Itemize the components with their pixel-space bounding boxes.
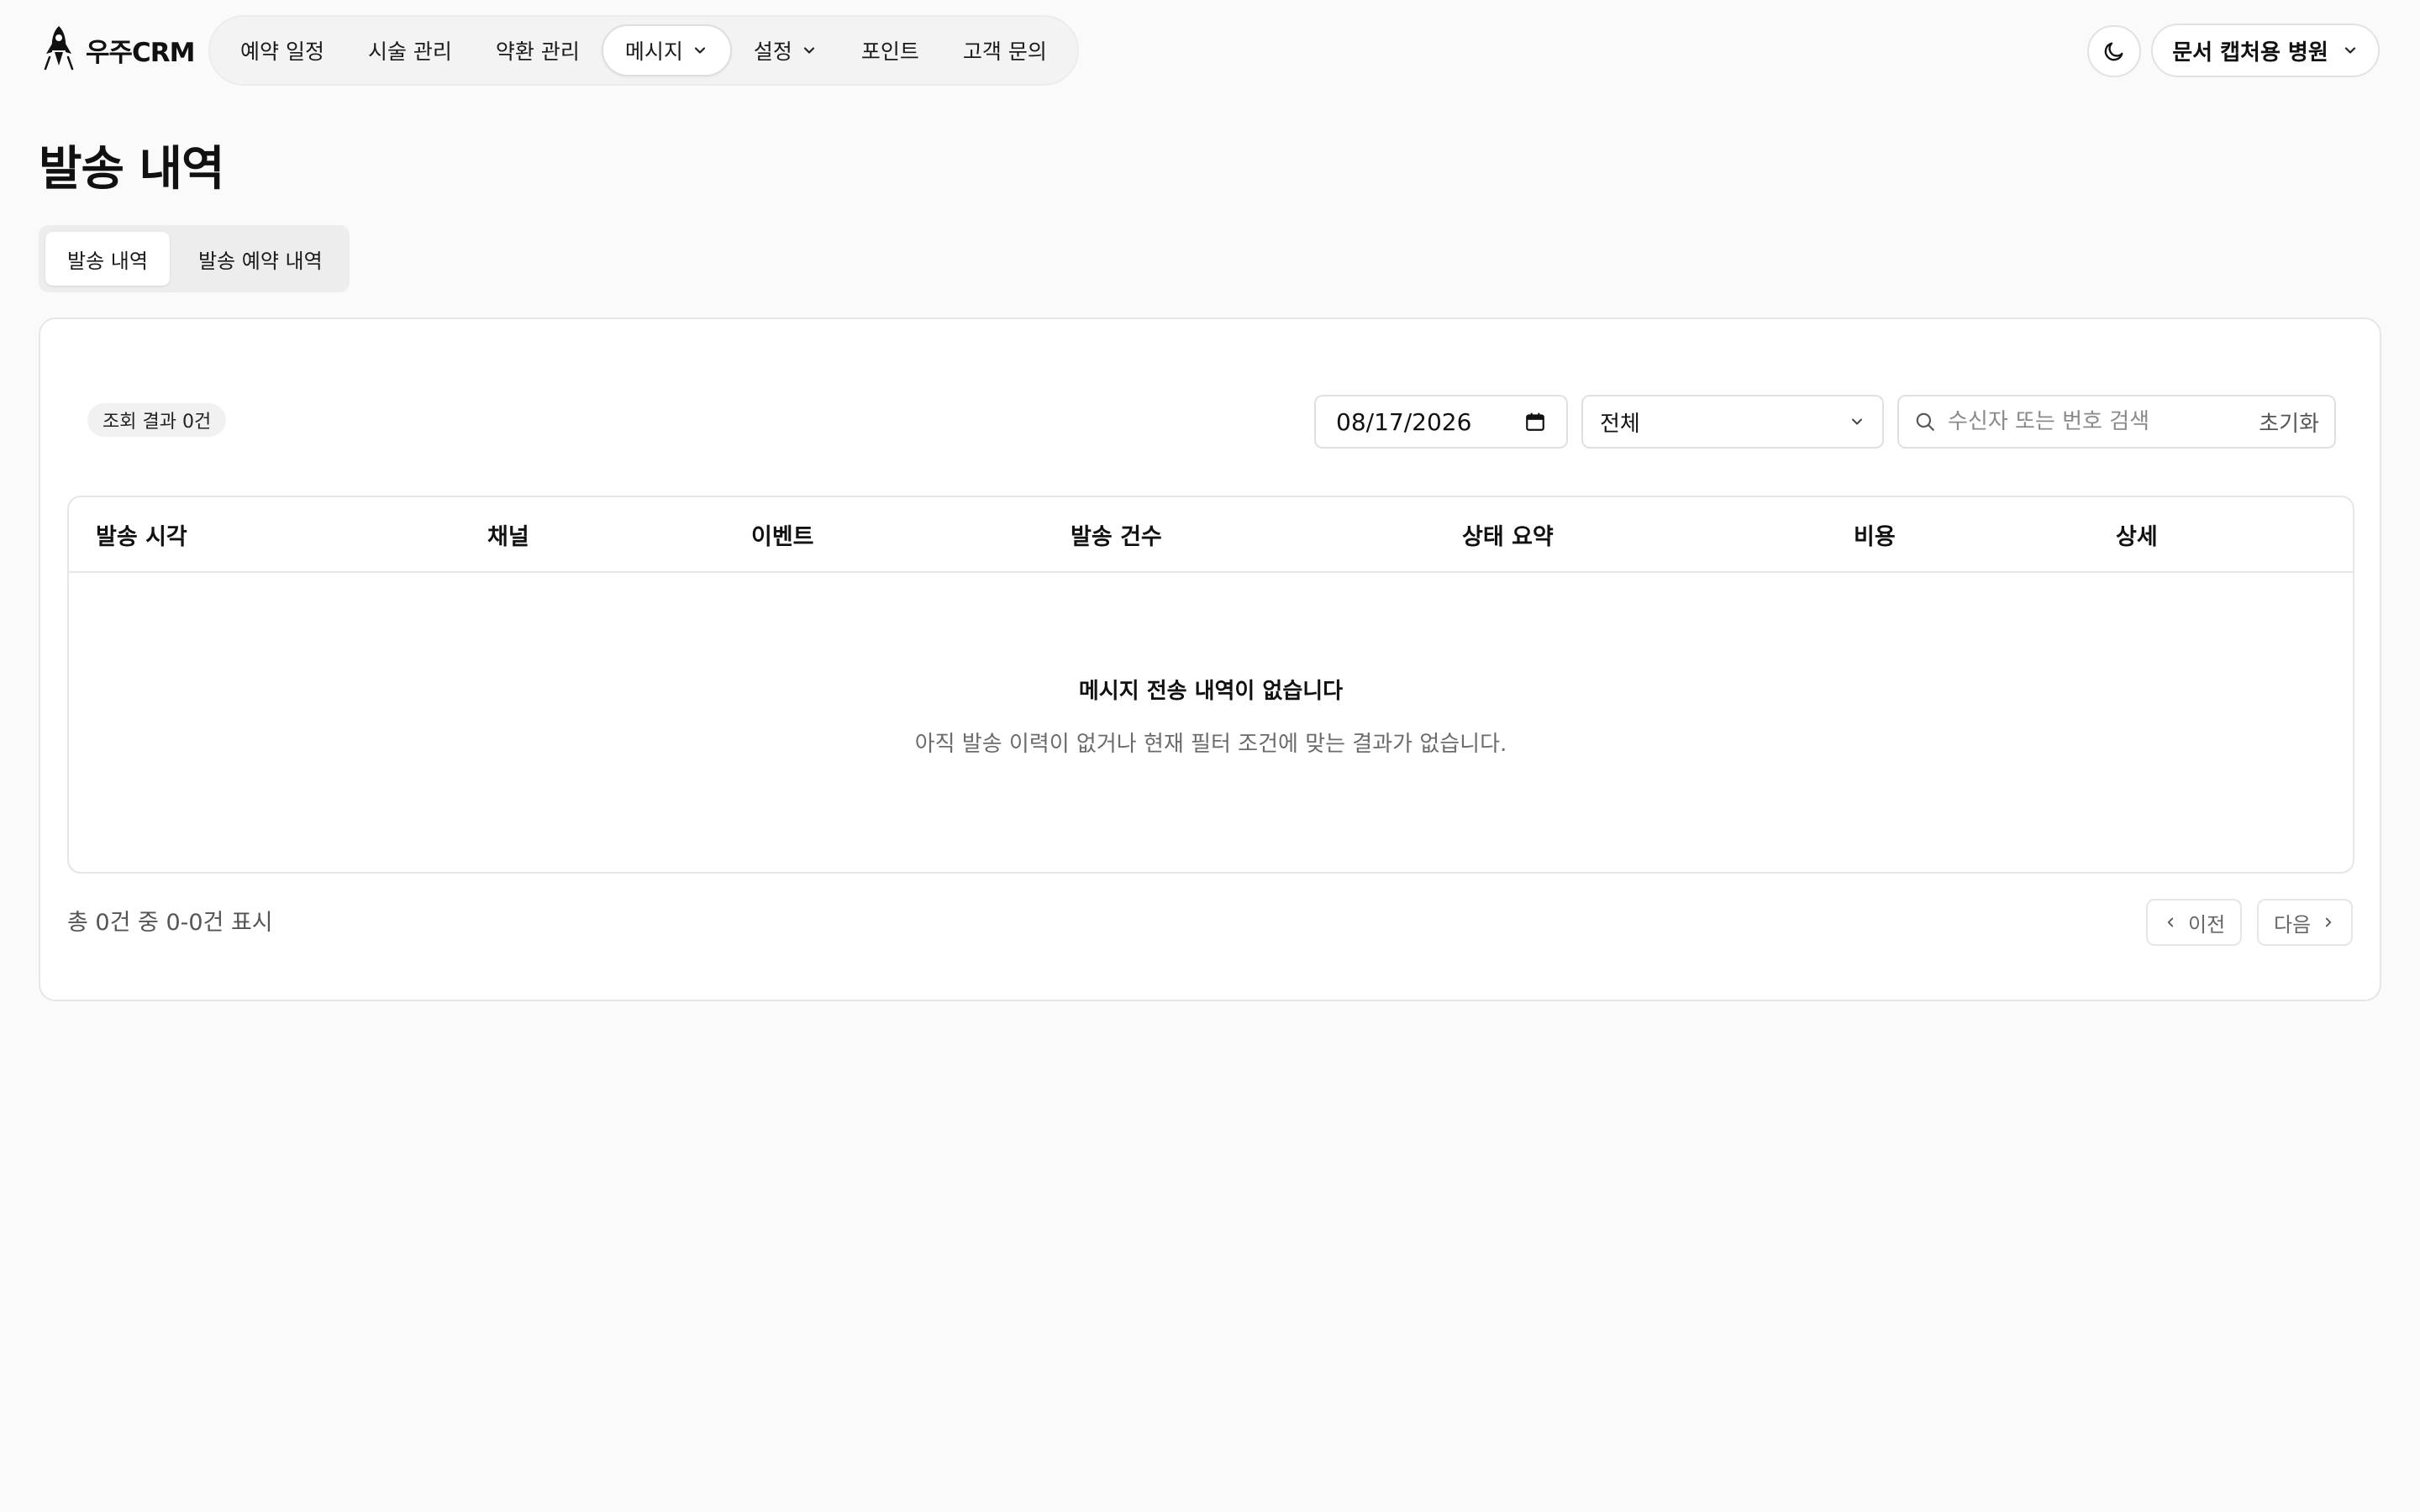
search-input[interactable]	[1948, 409, 2248, 434]
search-icon	[1916, 412, 1934, 431]
nav-item-label: 예약 일정	[240, 39, 324, 64]
nav-item-settings[interactable]: 설정	[732, 24, 839, 76]
nav-item-reservations[interactable]: 예약 일정	[218, 24, 346, 76]
table-header: 발송 시각 채널 이벤트 발송 건수 상태 요약 비용 상세	[69, 497, 2353, 573]
column-header-detail: 상세	[2116, 523, 2158, 550]
column-header-status-summary: 상태 요약	[1462, 523, 1554, 550]
next-page-button[interactable]: 다음	[2257, 899, 2354, 946]
chevron-down-icon	[694, 47, 705, 54]
nav-item-label: 포인트	[860, 39, 919, 64]
column-header-event: 이벤트	[751, 523, 814, 550]
nav-item-messages[interactable]: 메시지	[601, 24, 732, 76]
nav-item-label: 고객 문의	[962, 39, 1047, 64]
nav-item-label: 시술 관리	[367, 39, 452, 64]
reset-button[interactable]: 초기화	[2259, 407, 2319, 438]
column-header-sent-time: 발송 시각	[96, 523, 187, 550]
nav-item-inquiries[interactable]: 고객 문의	[941, 24, 1069, 76]
result-count-badge: 조회 결과 0건	[87, 403, 227, 437]
nav-item-procedures[interactable]: 시술 관리	[346, 24, 474, 76]
tab-send-history[interactable]: 발송 내역	[45, 232, 170, 286]
tab-list: 발송 내역 발송 예약 내역	[39, 225, 350, 292]
tab-scheduled-history[interactable]: 발송 예약 내역	[176, 232, 345, 286]
empty-state: 메시지 전송 내역이 없습니다 아직 발송 이력이 없거나 현재 필터 조건에 …	[69, 674, 2353, 758]
search-box: 초기화	[1897, 395, 2336, 449]
date-filter-input[interactable]: 08/17/2026	[1314, 395, 1568, 449]
prev-page-button[interactable]: 이전	[2146, 899, 2243, 946]
nav-item-label: 메시지	[624, 39, 683, 64]
logo-text: 우주CRM	[86, 37, 196, 68]
calendar-icon	[1526, 412, 1544, 431]
nav-item-label: 설정	[753, 39, 792, 64]
moon-icon	[2104, 42, 2123, 61]
empty-state-description: 아직 발송 이력이 없거나 현재 필터 조건에 맞는 결과가 없습니다.	[914, 732, 1507, 757]
theme-toggle-button[interactable]	[2087, 25, 2141, 77]
status-select-value: 전체	[1600, 411, 1640, 437]
main-nav: 예약 일정 시술 관리 약환 관리 메시지 설정 포인트 고객 문의	[208, 15, 1079, 86]
chevron-down-icon	[803, 47, 814, 54]
chevron-left-icon	[2167, 917, 2174, 927]
history-card: 조회 결과 0건 08/17/2026 전체 초기화 발송 시각 채널 이벤트 …	[39, 318, 2381, 1001]
date-value: 08/17/2026	[1336, 407, 1472, 436]
empty-state-title: 메시지 전송 내역이 없습니다	[1078, 679, 1344, 704]
rocket-icon	[39, 24, 79, 76]
status-select[interactable]: 전체	[1581, 395, 1884, 449]
nav-item-terms[interactable]: 약환 관리	[474, 24, 602, 76]
app-logo[interactable]: 우주CRM	[39, 24, 196, 76]
column-header-send-count: 발송 건수	[1071, 523, 1162, 550]
column-header-channel: 채널	[487, 523, 529, 550]
chevron-down-icon	[2344, 47, 2355, 54]
next-page-label: 다음	[2274, 912, 2312, 937]
account-menu-button[interactable]: 문서 캡처용 병원	[2151, 24, 2380, 77]
chevron-right-icon	[2326, 917, 2332, 927]
account-label: 문서 캡처용 병원	[2172, 39, 2328, 66]
nav-item-label: 약환 관리	[495, 39, 580, 64]
column-header-cost: 비용	[1854, 523, 1896, 550]
prev-page-label: 이전	[2188, 912, 2226, 937]
page-title: 발송 내역	[39, 142, 225, 197]
nav-item-points[interactable]: 포인트	[839, 24, 941, 76]
history-table: 발송 시각 채널 이벤트 발송 건수 상태 요약 비용 상세 메시지 전송 내역…	[67, 496, 2354, 874]
chevron-down-icon	[1852, 418, 1862, 425]
pagination-summary: 총 0건 중 0-0건 표시	[67, 910, 273, 936]
